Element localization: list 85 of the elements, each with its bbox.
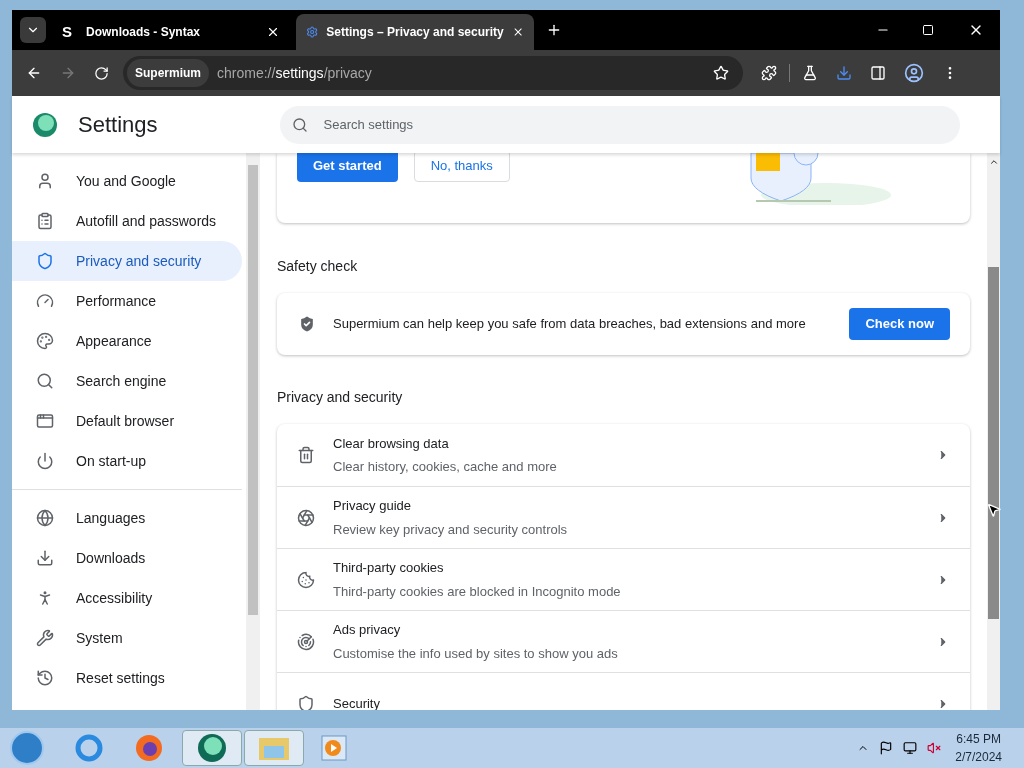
sidebar-item[interactable]: Appearance — [12, 321, 242, 361]
get-started-button[interactable]: Get started — [297, 153, 398, 182]
history-icon — [36, 669, 54, 687]
settings-row[interactable]: Ads privacy Customise the info used by sites to show you ads — [277, 610, 970, 672]
gauge-icon — [36, 292, 54, 310]
search-icon — [291, 116, 308, 133]
flag-icon[interactable] — [879, 741, 894, 755]
volume-muted-icon[interactable] — [927, 741, 942, 755]
row-title: Third-party cookies — [333, 559, 445, 577]
shield-icon — [36, 252, 54, 270]
back-icon[interactable] — [26, 65, 42, 81]
tab-title: Settings – Privacy and security — [326, 24, 504, 41]
palette-icon — [36, 332, 54, 350]
row-title: Security — [333, 694, 381, 710]
sidebar-item[interactable]: Languages — [12, 498, 242, 538]
sidebar-item[interactable]: You and Google — [12, 161, 242, 201]
row-title: Privacy guide — [333, 497, 413, 515]
tab-title: Downloads - Syntax — [86, 24, 202, 41]
shield-icon — [297, 694, 315, 710]
row-title: Ads privacy — [333, 621, 402, 639]
search-icon — [36, 372, 54, 390]
network-icon[interactable] — [903, 741, 918, 755]
settings-row[interactable]: Privacy guide Review key privacy and security controls — [277, 486, 970, 548]
page-title: Settings — [78, 111, 158, 139]
radar-icon — [297, 632, 315, 651]
cookie-icon — [297, 570, 315, 589]
globe-icon — [36, 509, 54, 527]
side-panel-icon[interactable] — [870, 65, 886, 81]
sidebar-item[interactable]: Default browser — [12, 401, 242, 441]
flask-icon[interactable] — [802, 65, 818, 81]
start-button[interactable] — [10, 731, 44, 765]
gear-icon — [306, 25, 319, 39]
sidebar-item[interactable]: Accessibility — [12, 578, 242, 618]
browser-tab[interactable]: Settings – Privacy and security — [296, 14, 534, 50]
puzzle-icon[interactable] — [761, 65, 777, 81]
row-subtitle: Review key privacy and security controls — [333, 520, 569, 539]
url-text: chrome://settings/privacy — [217, 63, 373, 83]
sidebar-item[interactable]: Reset settings — [12, 658, 242, 698]
row-title: Clear browsing data — [333, 434, 450, 453]
section-heading: Safety check — [277, 257, 359, 276]
row-subtitle: Customise the info used by sites to show you ads — [333, 644, 619, 663]
close-icon[interactable] — [266, 25, 280, 39]
tab-favicon: S — [62, 21, 73, 42]
sidebar-item[interactable]: Autofill and passwords — [12, 201, 242, 241]
tab-search-button[interactable] — [20, 17, 46, 43]
clipboard-icon — [36, 212, 54, 230]
aperture-icon — [297, 508, 315, 527]
profile-icon[interactable] — [904, 63, 924, 83]
sidebar-item[interactable]: Search engine — [12, 361, 242, 401]
sidebar-item[interactable]: On start-up — [12, 441, 242, 481]
maximize-icon[interactable] — [922, 24, 934, 36]
clock-date[interactable]: 2/7/2024 — [955, 748, 1002, 766]
sidebar-item[interactable]: Downloads — [12, 538, 242, 578]
browser-chip: Supermium — [127, 59, 209, 87]
search-field[interactable]: Search settings — [279, 105, 960, 144]
taskbar-button[interactable] — [182, 730, 242, 766]
browser-window-icon — [36, 412, 54, 430]
settings-row[interactable]: Third-party cookies Third-party cookies are blocked in Incognito mode — [277, 548, 970, 610]
person-icon — [36, 172, 54, 190]
settings-row[interactable]: Clear browsing data Clear history, cookies, cache and more — [277, 424, 970, 486]
address-bar[interactable]: Supermium chrome://settings/privacy — [123, 56, 743, 90]
logo-icon — [197, 733, 227, 763]
sidebar-item[interactable]: Performance — [12, 281, 242, 321]
scrollbar[interactable] — [987, 153, 1000, 710]
no-thanks-button[interactable]: No, thanks — [413, 153, 510, 182]
sidebar-item[interactable]: Privacy and security — [12, 241, 242, 281]
download-icon — [36, 549, 54, 567]
sidebar-item[interactable]: System — [12, 618, 242, 658]
browser-icon[interactable] — [134, 733, 164, 763]
reload-icon[interactable] — [94, 65, 109, 81]
trash-icon — [297, 446, 315, 464]
power-icon — [36, 452, 54, 470]
row-subtitle: Clear history, cookies, cache and more — [333, 458, 558, 476]
new-tab-icon[interactable] — [546, 22, 562, 38]
scroll-up-icon[interactable] — [988, 157, 999, 167]
check-now-button[interactable]: Check now — [849, 308, 950, 340]
star-icon[interactable] — [713, 65, 729, 81]
clock-time[interactable]: 6:45 PM — [956, 730, 1001, 748]
wrench-icon — [36, 629, 54, 647]
section-heading: Privacy and security — [277, 388, 404, 407]
scrollbar[interactable] — [246, 153, 260, 710]
logo-icon — [32, 111, 58, 138]
row-subtitle: Third-party cookies are blocked in Incognito mode — [333, 582, 622, 601]
safety-check-text: Supermium can help keep you safe from data breaches, bad extensions and more — [333, 315, 807, 334]
download-icon[interactable] — [836, 65, 852, 81]
